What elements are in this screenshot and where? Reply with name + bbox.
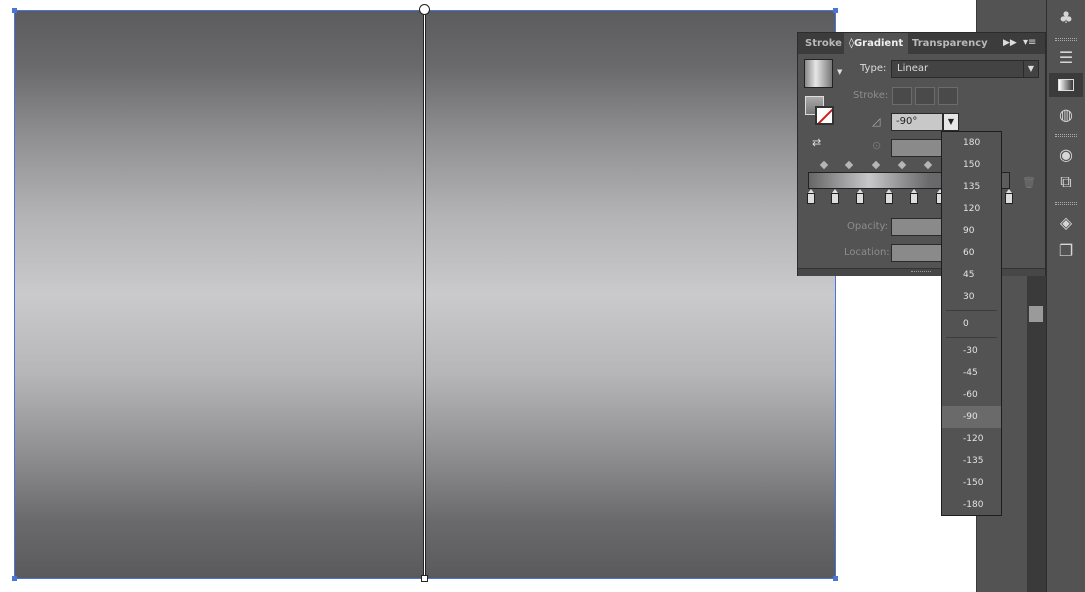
gradient-midpoint[interactable] <box>923 160 933 170</box>
angle-option[interactable]: 90 <box>942 220 1001 242</box>
panel-tab-bar: Stroke ◊Gradient Transparency ▶▶ ▾≡ <box>798 33 1045 54</box>
gradient-stop[interactable] <box>807 189 815 204</box>
angle-option[interactable]: -30 <box>942 340 1001 362</box>
gradient-panel: Stroke ◊Gradient Transparency ▶▶ ▾≡ ▼ ⇄ … <box>797 32 1046 276</box>
angle-dropdown-button[interactable]: ▼ <box>943 113 959 131</box>
gradient-midpoint[interactable] <box>897 160 907 170</box>
stroke-none-swatch[interactable] <box>815 106 834 125</box>
tab-gradient[interactable]: ◊Gradient <box>844 33 909 54</box>
angle-option[interactable]: 60 <box>942 242 1001 264</box>
collapse-panel-icon[interactable]: ▶▶ <box>1003 38 1017 48</box>
opacity-input[interactable] <box>891 218 943 236</box>
paragraph-lines-icon[interactable]: ☰ <box>1049 45 1083 69</box>
opacity-label: Opacity: <box>847 221 889 232</box>
export-icon[interactable]: ⧉ <box>1049 170 1083 194</box>
transparency-icon[interactable]: ◍ <box>1049 102 1083 126</box>
gradient-origin-handle[interactable] <box>419 4 430 15</box>
gradient-stop[interactable] <box>910 189 918 204</box>
artboards-icon[interactable]: ❐ <box>1049 238 1083 262</box>
angle-icon: ◿ <box>872 115 881 128</box>
gradient-stop[interactable] <box>885 189 893 204</box>
tab-stroke[interactable]: Stroke <box>800 33 847 54</box>
icon-bar-grip-middle[interactable] <box>1055 134 1077 137</box>
gradient-stop[interactable] <box>856 189 864 204</box>
gradient-annotator-line[interactable] <box>423 10 426 579</box>
chevron-down-icon: ▼ <box>1023 61 1038 77</box>
anchor-point-bottom-right[interactable] <box>833 576 838 581</box>
aspect-ratio-input[interactable] <box>891 139 943 157</box>
location-input[interactable] <box>891 244 943 262</box>
angle-dropdown-menu: 180 150 135 120 90 60 45 30 0 -30 -45 -60 -90 -120 -13… <box>941 131 1002 516</box>
stroke-within-button[interactable] <box>892 87 912 105</box>
angle-option[interactable]: -90 <box>942 406 1001 428</box>
icon-bar-grip-top[interactable] <box>1055 38 1077 41</box>
angle-option[interactable]: 135 <box>942 176 1001 198</box>
gradient-midpoint[interactable] <box>844 160 854 170</box>
menu-separator <box>946 337 997 338</box>
angle-option[interactable]: 30 <box>942 286 1001 308</box>
angle-option[interactable]: 120 <box>942 198 1001 220</box>
panel-resize-bar[interactable] <box>798 268 1045 276</box>
location-label: Location: <box>844 247 890 258</box>
dock-scrollbar-track[interactable] <box>1027 275 1046 592</box>
chevron-down-icon[interactable]: ▼ <box>837 68 842 76</box>
panel-menu-icon[interactable]: ▾≡ <box>1023 37 1036 48</box>
angle-option[interactable]: -150 <box>942 472 1001 494</box>
gradient-end-handle[interactable] <box>421 575 428 582</box>
gradient-midpoint[interactable] <box>871 160 881 170</box>
gradient-icon[interactable] <box>1049 73 1083 97</box>
menu-separator <box>946 310 997 311</box>
stroke-along-button[interactable] <box>915 87 935 105</box>
gradient-stop[interactable] <box>1005 189 1013 204</box>
stroke-across-button[interactable] <box>938 87 958 105</box>
layers-icon[interactable]: ◈ <box>1049 210 1083 234</box>
angle-option[interactable]: -135 <box>942 450 1001 472</box>
reverse-gradient-icon[interactable]: ⇄ <box>812 136 821 149</box>
gradient-type-value: Linear <box>897 63 929 74</box>
type-label: Type: <box>860 63 887 74</box>
gradient-type-select[interactable]: Linear ▼ <box>891 60 1039 78</box>
gradient-swatch-preview[interactable] <box>804 59 833 88</box>
anchor-point-top-right[interactable] <box>833 8 838 13</box>
angle-option[interactable]: -180 <box>942 494 1001 516</box>
icon-bar-grip-bottom[interactable] <box>1055 202 1077 205</box>
appearance-icon[interactable]: ◉ <box>1049 142 1083 166</box>
anchor-point-bottom-left[interactable] <box>12 576 17 581</box>
stroke-label: Stroke: <box>853 90 889 101</box>
angle-option[interactable]: 150 <box>942 154 1001 176</box>
tab-gradient-label: Gradient <box>853 38 904 49</box>
resize-grip-icon <box>911 271 931 274</box>
angle-option[interactable]: 45 <box>942 264 1001 286</box>
anchor-point-top-left[interactable] <box>12 8 17 13</box>
angle-input[interactable]: -90° <box>891 113 943 131</box>
dock-scrollbar-thumb[interactable] <box>1029 306 1043 322</box>
aspect-ratio-icon: ⊙ <box>872 139 882 152</box>
angle-option[interactable]: 180 <box>942 132 1001 154</box>
clubs-icon[interactable]: ♣ <box>1049 5 1083 29</box>
delete-stop-icon[interactable]: 🗑 <box>1022 176 1036 189</box>
gradient-midpoint[interactable] <box>819 160 829 170</box>
angle-option[interactable]: -120 <box>942 428 1001 450</box>
angle-option[interactable]: -45 <box>942 362 1001 384</box>
gradient-stop[interactable] <box>831 189 839 204</box>
angle-option[interactable]: 0 <box>942 313 1001 335</box>
angle-option[interactable]: -60 <box>942 384 1001 406</box>
tab-transparency[interactable]: Transparency <box>907 33 993 54</box>
